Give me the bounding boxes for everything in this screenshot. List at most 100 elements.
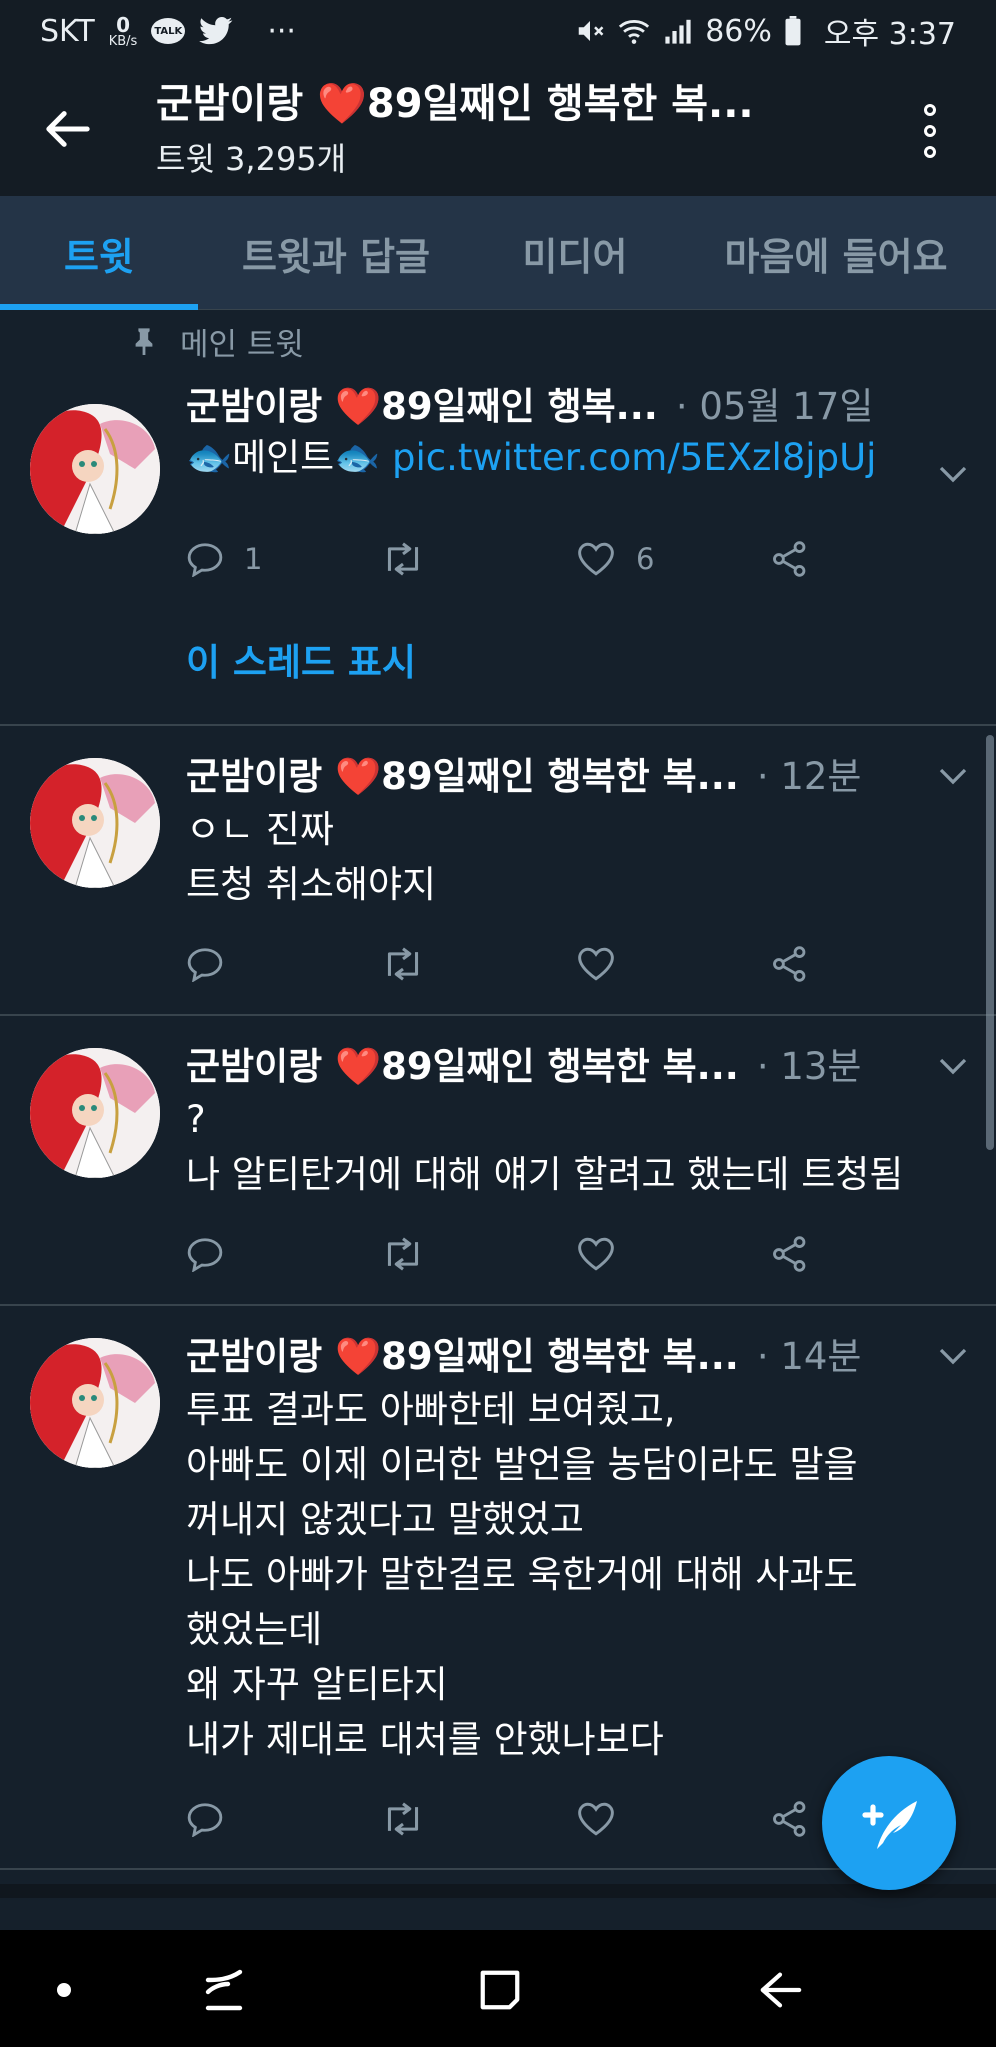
like-button[interactable]: [576, 1236, 771, 1272]
back-nav-button[interactable]: [740, 1950, 820, 2030]
retweet-button[interactable]: [381, 1237, 576, 1271]
tweet-timestamp: · 05월 17일: [675, 385, 874, 428]
back-button[interactable]: [28, 89, 108, 169]
clock: 오후 3:37: [823, 17, 956, 52]
retweet-button[interactable]: [381, 947, 576, 981]
profile-tabs: 트윗 트윗과 답글 미디어 마음에 들어요: [0, 196, 996, 310]
chevron-down-icon[interactable]: [938, 464, 968, 484]
share-button[interactable]: [771, 1235, 966, 1273]
battery-percent: 86%: [705, 13, 772, 49]
retweet-button[interactable]: [381, 1802, 576, 1836]
tweet-author-name[interactable]: 군밤이랑 ❤️89일째인 행복한 복...: [186, 746, 739, 800]
compose-tweet-button[interactable]: [822, 1756, 956, 1890]
avatar-image: [30, 758, 160, 888]
dot-icon: [57, 1983, 71, 1997]
pinned-tweet-label: 메인 트윗: [0, 310, 996, 372]
next-section-divider: [0, 1884, 996, 1924]
heart-icon: [578, 947, 614, 981]
avatar[interactable]: [30, 758, 160, 888]
carrier-label: SKT: [40, 13, 95, 49]
avatar-image: [30, 1048, 160, 1178]
back-arrow-icon: [46, 111, 90, 147]
reply-icon: [187, 948, 223, 982]
chevron-down-icon[interactable]: [938, 1346, 968, 1366]
home-button[interactable]: [460, 1950, 540, 2030]
profile-name-title: 군밤이랑 ❤️89일째인 행복한 복...: [156, 81, 754, 127]
status-bar: SKT 0 KB/s TALK ··· 86% 오후 3:37: [0, 0, 996, 62]
tab-likes[interactable]: 마음에 들어요: [676, 196, 996, 310]
like-button[interactable]: 6: [576, 541, 771, 577]
pin-icon: [135, 328, 153, 355]
tweet-timestamp: · 12분: [756, 755, 862, 798]
overflow-dot-icon: [924, 104, 936, 116]
retweet-icon: [387, 1237, 419, 1271]
retweet-button[interactable]: [381, 542, 576, 576]
twitter-bird-icon: [199, 17, 233, 45]
share-icon: [773, 1801, 806, 1837]
share-icon: [773, 541, 806, 577]
tweet-author-name[interactable]: 군밤이랑 ❤️89일째인 행복...: [186, 376, 658, 430]
compose-feather-icon: [862, 1801, 917, 1849]
chevron-down-icon[interactable]: [938, 1056, 968, 1076]
tweet-text: 투표 결과도 아빠한테 보여줬고, 아빠도 이제 이러한 발언을 농담이라도 말…: [186, 1388, 858, 1761]
like-button[interactable]: [576, 1801, 771, 1837]
avatar[interactable]: [30, 1048, 160, 1178]
tweet-media-link[interactable]: pic.twitter.com/5EXzl8jpUj: [392, 436, 876, 479]
show-thread-link[interactable]: 이 스레드 표시: [186, 609, 966, 709]
overflow-dot-icon: [924, 146, 936, 158]
recent-apps-icon: [205, 1969, 243, 2011]
tweet-item[interactable]: 군밤이랑 ❤️89일째인 행복한 복... · 13분 ? 나 알티탄거에 대해…: [0, 1016, 996, 1306]
reply-button[interactable]: [186, 1801, 381, 1837]
avatar-image: [30, 1338, 160, 1468]
kakaotalk-icon: TALK: [151, 18, 186, 44]
reply-icon: [187, 543, 223, 577]
share-button[interactable]: [771, 540, 966, 578]
share-icon: [773, 1236, 806, 1272]
tab-media[interactable]: 미디어: [474, 196, 676, 310]
tweet-timestamp: · 14분: [756, 1335, 862, 1378]
reply-icon: [187, 1238, 223, 1272]
network-speed: 0 KB/s: [108, 12, 138, 49]
battery-icon: [785, 16, 801, 46]
retweet-icon: [387, 1802, 419, 1836]
tweet-text: 🐟메인트🐟 pic.twitter.com/5EXzl8jpUj: [186, 436, 877, 479]
tab-tweets-and-replies[interactable]: 트윗과 답글: [198, 196, 474, 310]
avatar[interactable]: [30, 404, 160, 534]
system-navigation-bar: [0, 1930, 996, 2047]
overflow-menu-button[interactable]: [910, 96, 950, 166]
more-notifications-icon: ···: [267, 13, 296, 49]
reply-count: 1: [244, 542, 263, 576]
share-icon: [773, 946, 806, 982]
mute-icon: [578, 21, 604, 41]
share-button[interactable]: [771, 945, 966, 983]
avatar-image: [30, 404, 160, 534]
home-square-icon: [480, 1970, 520, 2010]
reply-button[interactable]: 1: [186, 541, 381, 577]
reply-button[interactable]: [186, 1236, 381, 1272]
chevron-down-icon[interactable]: [938, 766, 968, 786]
heart-icon: [578, 1802, 614, 1836]
tweet-count: 트윗 3,295개: [156, 140, 347, 178]
signal-icon: [665, 19, 691, 44]
tweet-item[interactable]: 군밤이랑 ❤️89일째인 행복한 복... · 12분 ㅇㄴ 진짜 트청 취소해…: [0, 726, 996, 1016]
tweet-author-name[interactable]: 군밤이랑 ❤️89일째인 행복한 복...: [186, 1326, 739, 1380]
wifi-icon: [619, 20, 650, 44]
reply-icon: [187, 1803, 223, 1837]
recent-apps-button[interactable]: [184, 1950, 264, 2030]
retweet-icon: [387, 947, 419, 981]
tweet-item[interactable]: 군밤이랑 ❤️89일째인 행복... · 05월 17일 🐟메인트🐟 pic.t…: [0, 372, 996, 726]
like-button[interactable]: [576, 946, 771, 982]
recent-dot-button[interactable]: [24, 1950, 104, 2030]
retweet-icon: [387, 542, 419, 576]
heart-icon: [578, 1237, 614, 1271]
profile-header: 군밤이랑 ❤️89일째인 행복한 복... 트윗 3,295개: [0, 62, 996, 196]
back-nav-icon: [760, 1972, 802, 2008]
reply-button[interactable]: [186, 946, 381, 982]
tweet-text: ? 나 알티탄거에 대해 얘기 할려고 했는데 트청됨: [186, 1098, 904, 1196]
scrollbar[interactable]: [986, 735, 994, 1150]
tweet-timestamp: · 13분: [756, 1045, 862, 1088]
tweet-text: ㅇㄴ 진짜 트청 취소해야지: [186, 808, 437, 906]
tweet-author-name[interactable]: 군밤이랑 ❤️89일째인 행복한 복...: [186, 1036, 739, 1090]
avatar[interactable]: [30, 1338, 160, 1468]
tab-tweets[interactable]: 트윗: [0, 196, 198, 310]
